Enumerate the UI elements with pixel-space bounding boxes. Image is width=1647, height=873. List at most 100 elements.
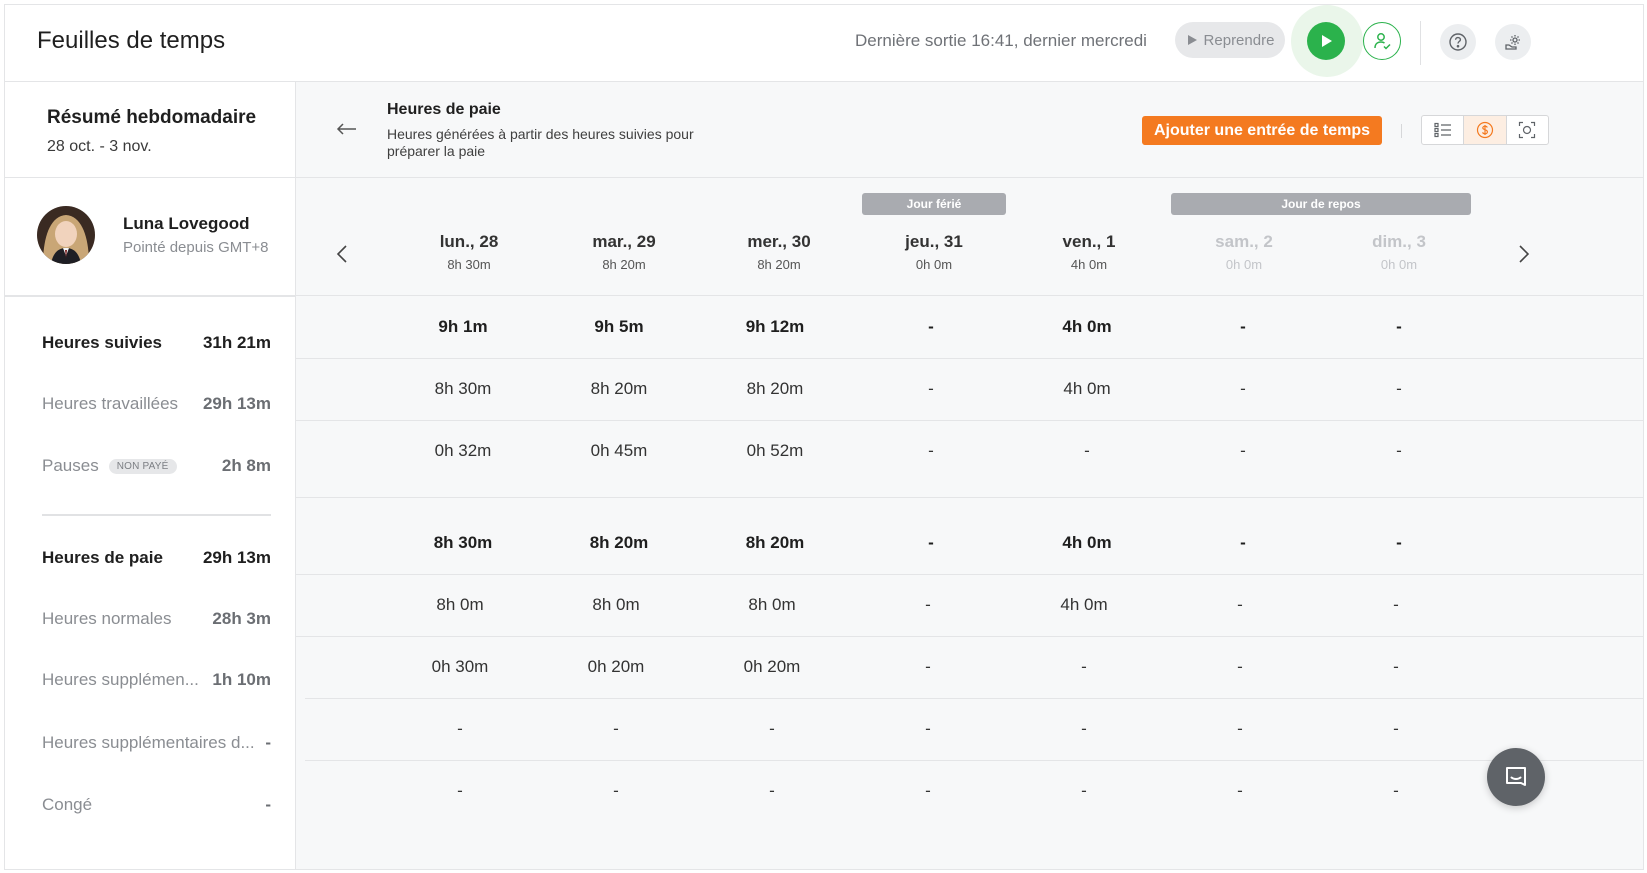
table-cell[interactable]: -: [1321, 719, 1471, 739]
table-cell[interactable]: -: [1165, 595, 1315, 615]
pay-view-icon: [1476, 121, 1494, 139]
table-cell[interactable]: -: [1168, 317, 1318, 337]
table-cell[interactable]: 9h 12m: [700, 317, 850, 337]
table-cell[interactable]: 8h 30m: [388, 533, 538, 553]
pay-view-button[interactable]: [1464, 116, 1507, 144]
chat-support-button[interactable]: [1487, 748, 1545, 806]
list-view-button[interactable]: [1422, 116, 1465, 144]
table-cell[interactable]: -: [853, 719, 1003, 739]
previous-week-button[interactable]: [336, 240, 348, 271]
table-cell[interactable]: 9h 1m: [388, 317, 538, 337]
table-cell[interactable]: 0h 45m: [544, 441, 694, 461]
rest-day-tag: Jour de repos: [1171, 193, 1471, 215]
next-week-button[interactable]: [1518, 240, 1530, 271]
table-cell[interactable]: -: [1324, 317, 1474, 337]
table-cell[interactable]: -: [1168, 379, 1318, 399]
table-cell[interactable]: -: [856, 441, 1006, 461]
table-cell[interactable]: 8h 20m: [544, 379, 694, 399]
user-check-button[interactable]: [1363, 22, 1401, 60]
table-cell[interactable]: -: [856, 317, 1006, 337]
avatar: [37, 206, 95, 264]
table-cell[interactable]: -: [1009, 781, 1159, 801]
table-cell[interactable]: 0h 20m: [541, 657, 691, 677]
table-cell[interactable]: 8h 20m: [544, 533, 694, 553]
clock-in-button[interactable]: [1307, 22, 1345, 60]
table-cell[interactable]: -: [1009, 719, 1159, 739]
table-cell[interactable]: -: [1324, 533, 1474, 553]
table-cell[interactable]: 4h 0m: [1012, 533, 1162, 553]
help-button[interactable]: [1440, 24, 1476, 60]
capture-view-icon: [1519, 121, 1536, 139]
table-cell[interactable]: -: [1168, 533, 1318, 553]
add-time-entry-button[interactable]: Ajouter une entrée de temps: [1142, 116, 1382, 145]
day-column-header[interactable]: dim., 3 0h 0m: [1324, 232, 1474, 272]
table-cell[interactable]: -: [1324, 379, 1474, 399]
table-cell[interactable]: -: [1321, 657, 1471, 677]
day-column-header[interactable]: sam., 2 0h 0m: [1169, 232, 1319, 272]
summary-row-worked-hours: Heures travaillées 29h 13m: [5, 384, 296, 424]
day-column-header[interactable]: mar., 29 8h 20m: [549, 232, 699, 272]
table-cell[interactable]: -: [385, 719, 535, 739]
table-cell[interactable]: -: [853, 657, 1003, 677]
left-summary-panel: Résumé hebdomadaire 28 oct. - 3 nov. Lun…: [5, 82, 296, 869]
table-cell[interactable]: -: [1324, 441, 1474, 461]
settings-button[interactable]: [1495, 24, 1531, 60]
table-cell[interactable]: -: [541, 781, 691, 801]
help-icon: [1449, 33, 1467, 51]
table-cell[interactable]: 9h 5m: [544, 317, 694, 337]
day-hours: 0h 0m: [1225, 257, 1263, 272]
summary-row-tracked-hours: Heures suivies 31h 21m: [5, 323, 296, 363]
table-cell[interactable]: 0h 20m: [697, 657, 847, 677]
table-cell[interactable]: 8h 0m: [697, 595, 847, 615]
table-row: - - - - - - -: [296, 761, 1643, 823]
table-cell[interactable]: 4h 0m: [1012, 317, 1162, 337]
table-cell[interactable]: 0h 32m: [388, 441, 538, 461]
table-cell[interactable]: 8h 0m: [385, 595, 535, 615]
employee-name: Luna Lovegood: [123, 214, 250, 233]
table-row: 0h 30m 0h 20m 0h 20m - - - -: [296, 637, 1643, 699]
table-cell[interactable]: -: [1012, 441, 1162, 461]
summary-row-time-off: Congé -: [5, 785, 296, 825]
day-column-header[interactable]: mer., 30 8h 20m: [704, 232, 854, 272]
day-column-header[interactable]: ven., 1 4h 0m: [1014, 232, 1164, 272]
back-button[interactable]: [336, 116, 358, 142]
summary-value: -: [265, 795, 271, 814]
pay-hours-description: Heures générées à partir des heures suiv…: [387, 126, 694, 159]
table-cell[interactable]: -: [853, 595, 1003, 615]
table-row: 9h 1m 9h 5m 9h 12m - 4h 0m - -: [296, 297, 1643, 359]
table-cell[interactable]: -: [697, 781, 847, 801]
summary-value: 28h 3m: [212, 609, 271, 628]
day-column-header[interactable]: lun., 28 8h 30m: [394, 232, 544, 272]
table-cell[interactable]: -: [1165, 657, 1315, 677]
table-cell[interactable]: -: [1321, 595, 1471, 615]
table-row: 8h 0m 8h 0m 8h 0m - 4h 0m - -: [296, 575, 1643, 637]
table-cell[interactable]: 8h 20m: [700, 533, 850, 553]
table-row: 8h 30m 8h 20m 8h 20m - 4h 0m - -: [296, 359, 1643, 421]
table-cell[interactable]: 4h 0m: [1012, 379, 1162, 399]
table-cell[interactable]: -: [1009, 657, 1159, 677]
day-name: lun., 28: [439, 232, 499, 251]
table-cell[interactable]: -: [541, 719, 691, 739]
table-cell[interactable]: 8h 30m: [388, 379, 538, 399]
table-cell[interactable]: 8h 0m: [541, 595, 691, 615]
table-cell[interactable]: -: [856, 379, 1006, 399]
table-cell[interactable]: -: [1321, 781, 1471, 801]
play-icon: [1322, 35, 1332, 47]
summary-value: 2h 8m: [221, 456, 271, 475]
summary-label: Heures normales: [42, 609, 172, 628]
table-cell[interactable]: 4h 0m: [1009, 595, 1159, 615]
table-cell[interactable]: -: [1168, 441, 1318, 461]
table-cell[interactable]: -: [1165, 719, 1315, 739]
resume-button[interactable]: Reprendre: [1175, 22, 1285, 58]
table-cell[interactable]: -: [385, 781, 535, 801]
toolbar-divider: [1401, 124, 1402, 138]
day-column-header[interactable]: jeu., 31 0h 0m: [859, 232, 1009, 272]
table-cell[interactable]: 8h 20m: [700, 379, 850, 399]
table-cell[interactable]: -: [853, 781, 1003, 801]
table-cell[interactable]: -: [697, 719, 847, 739]
table-cell[interactable]: -: [1165, 781, 1315, 801]
table-cell[interactable]: 0h 30m: [385, 657, 535, 677]
table-cell[interactable]: -: [856, 533, 1006, 553]
capture-view-button[interactable]: [1507, 116, 1548, 144]
table-cell[interactable]: 0h 52m: [700, 441, 850, 461]
